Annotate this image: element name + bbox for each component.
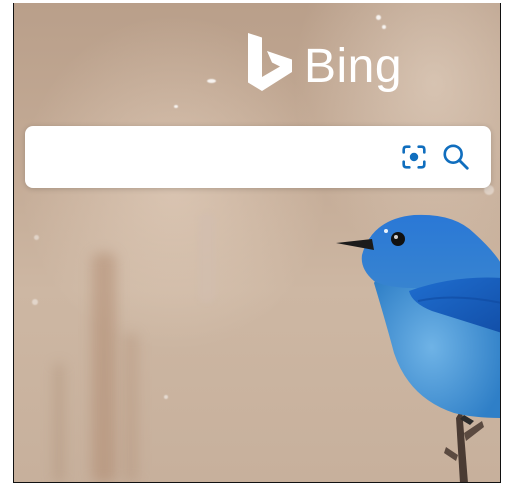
visual-search-icon <box>402 145 426 169</box>
background-reed <box>124 333 138 482</box>
brand-name: Bing <box>304 40 403 93</box>
bing-b-logo-icon <box>248 33 292 91</box>
search-box <box>25 126 491 190</box>
snowflake <box>376 15 381 20</box>
browser-frame: Bing <box>0 0 506 489</box>
background-blur-block <box>198 213 216 303</box>
snowflake <box>207 79 216 83</box>
search-button[interactable] <box>439 140 473 174</box>
magnifier-icon <box>443 144 469 170</box>
snowflake <box>382 25 386 29</box>
background-reed <box>92 253 116 482</box>
bing-homepage: Bing <box>13 3 501 483</box>
snowflake <box>32 299 38 305</box>
snowflake <box>174 105 178 108</box>
bing-logo[interactable]: Bing <box>246 33 402 95</box>
snowflake <box>164 395 168 399</box>
snowflake <box>34 235 39 240</box>
bluebird-image <box>336 214 500 482</box>
visual-search-button[interactable] <box>397 140 431 174</box>
search-input[interactable] <box>41 126 395 190</box>
background-reed <box>54 363 64 482</box>
